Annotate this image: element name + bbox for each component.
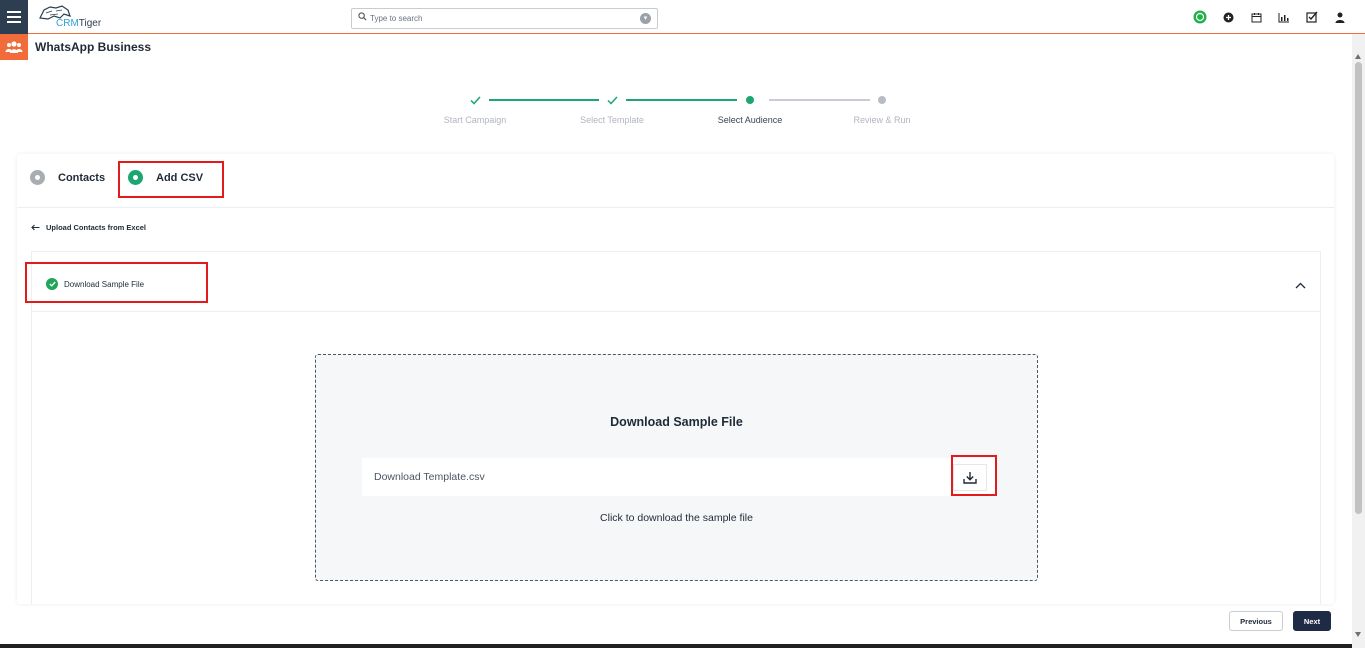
page-scrollbar[interactable] [1352,34,1365,648]
global-search[interactable]: ▾ [351,8,658,29]
users-group-icon [0,34,28,60]
step-label[interactable]: Select Audience [718,115,783,125]
page-title: WhatsApp Business [35,40,152,54]
header-actions [1193,10,1347,24]
menu-icon[interactable] [0,0,28,34]
scroll-thumb[interactable] [1355,62,1362,514]
search-icon [358,12,367,21]
tasks-icon[interactable] [1305,10,1319,24]
module-header: WhatsApp Business [0,34,1352,61]
dropzone-title: Download Sample File [610,415,743,429]
step-3-current-dot [742,92,758,108]
step-label[interactable]: Review & Run [853,115,910,125]
sample-file-dropzone: Download Sample File Download Template.c… [315,354,1038,581]
step-connector [626,99,737,101]
logo-text: CRMTiger [56,18,102,29]
top-bar: CRMTiger ▾ [0,0,1365,34]
audience-card: Contacts Add CSV Upload Contacts from Ex… [17,154,1334,604]
highlight-box [25,262,208,303]
step-label[interactable]: Select Template [580,115,644,125]
add-icon[interactable] [1221,10,1235,24]
step-connector [489,99,599,101]
download-sample-section: Download Sample File Download Sample Fil… [25,251,1321,604]
step-connector [769,99,870,101]
search-input[interactable] [370,11,630,26]
next-button[interactable]: Next [1293,611,1331,631]
calendar-icon[interactable] [1249,10,1263,24]
scroll-down-icon[interactable] [1355,632,1361,637]
radio-label: Contacts [58,171,106,184]
taskbar-strip [0,644,1352,648]
step-label[interactable]: Start Campaign [444,115,507,125]
previous-button[interactable]: Previous [1229,611,1283,631]
user-icon[interactable] [1333,10,1347,24]
whatsapp-icon[interactable] [1193,10,1207,24]
step-4-pending-dot [874,92,890,108]
radio-contacts[interactable]: Contacts [30,170,105,185]
accordion-header[interactable]: Download Sample File [32,252,1320,312]
step-1-check-icon [467,92,483,108]
dropzone-caption: Click to download the sample file [600,512,753,524]
arrow-left-icon [31,224,40,231]
file-name: Download Template.csv [374,471,485,483]
highlight-box [951,455,997,496]
radio-unselected-icon[interactable] [30,170,45,185]
template-file-row: Download Template.csv [362,455,997,496]
chart-icon[interactable] [1277,10,1291,24]
search-options-icon[interactable]: ▾ [640,13,651,24]
scroll-up-icon[interactable] [1355,54,1361,59]
step-2-check-icon [604,92,620,108]
back-link[interactable]: Upload Contacts from Excel [31,223,146,232]
highlight-box [118,161,224,198]
campaign-stepper: Start Campaign Select Template Select Au… [430,92,930,132]
chevron-up-icon[interactable] [1295,282,1306,289]
